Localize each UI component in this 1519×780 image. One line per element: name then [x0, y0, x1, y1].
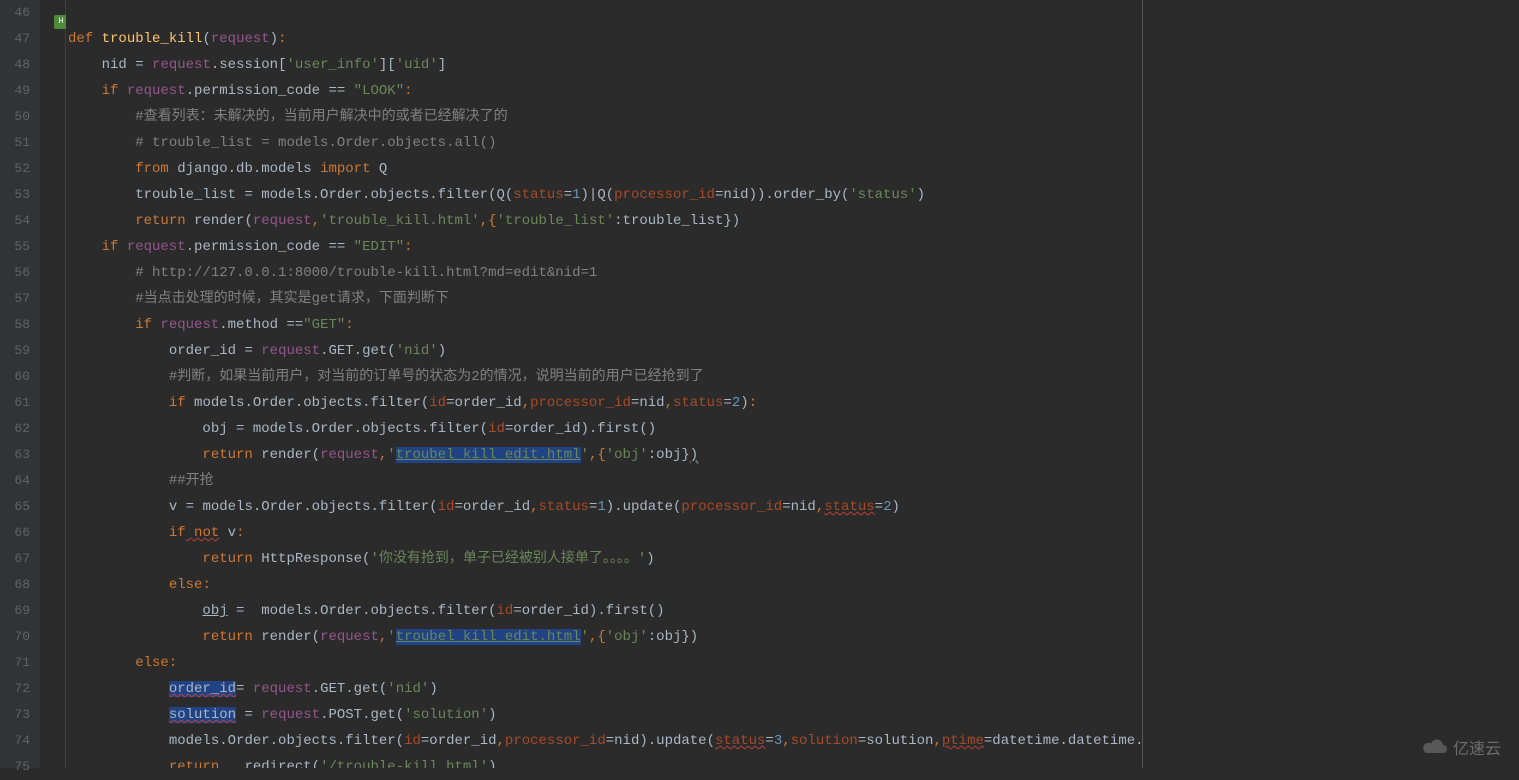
- code-line[interactable]: if not v:: [66, 520, 1142, 546]
- code-line[interactable]: #当点击处理的时候，其实是get请求，下面判断下: [66, 286, 1142, 312]
- line-number: 48: [0, 52, 30, 78]
- line-number: 66: [0, 520, 30, 546]
- code-line[interactable]: obj = models.Order.objects.filter(id=ord…: [66, 598, 1142, 624]
- line-number-gutter: 46 47 48 49 50 51 52 53 54 55 56 57 58 5…: [0, 0, 40, 768]
- line-number: 60: [0, 364, 30, 390]
- line-number: 70: [0, 624, 30, 650]
- code-editor: 46 47 48 49 50 51 52 53 54 55 56 57 58 5…: [0, 0, 1519, 768]
- folding-gutter[interactable]: H: [40, 0, 66, 768]
- code-line[interactable]: return redirect('/trouble-kill.html'): [66, 754, 1142, 768]
- line-number: 58: [0, 312, 30, 338]
- code-line[interactable]: ##开抢: [66, 468, 1142, 494]
- line-number: 68: [0, 572, 30, 598]
- code-line[interactable]: return render(request,'trouble_kill.html…: [66, 208, 1142, 234]
- code-line[interactable]: return render(request,'troubel_kill_edit…: [66, 624, 1142, 650]
- code-line[interactable]: def trouble_kill(request):: [66, 26, 1142, 52]
- line-number: 50: [0, 104, 30, 130]
- code-line[interactable]: order_id = request.GET.get('nid'): [66, 338, 1142, 364]
- line-number: 74: [0, 728, 30, 754]
- code-line[interactable]: return render(request,'troubel_kill_edit…: [66, 442, 1142, 468]
- code-line[interactable]: if request.method =="GET":: [66, 312, 1142, 338]
- code-line[interactable]: if models.Order.objects.filter(id=order_…: [66, 390, 1142, 416]
- line-number: 69: [0, 598, 30, 624]
- line-number: 75: [0, 754, 30, 780]
- code-line[interactable]: else:: [66, 650, 1142, 676]
- side-panel: [1143, 0, 1519, 768]
- line-number: 51: [0, 130, 30, 156]
- code-line[interactable]: models.Order.objects.filter(id=order_id,…: [66, 728, 1142, 754]
- line-number: 49: [0, 78, 30, 104]
- line-number: 53: [0, 182, 30, 208]
- code-line[interactable]: nid = request.session['user_info']['uid'…: [66, 52, 1142, 78]
- watermark: 亿速云: [1421, 735, 1501, 759]
- code-line[interactable]: solution = request.POST.get('solution'): [66, 702, 1142, 728]
- line-number: 57: [0, 286, 30, 312]
- line-number: 61: [0, 390, 30, 416]
- code-line[interactable]: # trouble_list = models.Order.objects.al…: [66, 130, 1142, 156]
- cloud-icon: [1421, 738, 1449, 756]
- line-number: 63: [0, 442, 30, 468]
- line-number: 54: [0, 208, 30, 234]
- line-number: 73: [0, 702, 30, 728]
- line-number: 56: [0, 260, 30, 286]
- line-number: 55: [0, 234, 30, 260]
- code-line[interactable]: # http://127.0.0.1:8000/trouble-kill.htm…: [66, 260, 1142, 286]
- code-line[interactable]: [66, 0, 1142, 26]
- line-number: 71: [0, 650, 30, 676]
- code-line[interactable]: #判断，如果当前用户，对当前的订单号的状态为2的情况，说明当前的用户已经抢到了: [66, 364, 1142, 390]
- line-number: 62: [0, 416, 30, 442]
- code-line[interactable]: trouble_list = models.Order.objects.filt…: [66, 182, 1142, 208]
- line-number: 65: [0, 494, 30, 520]
- code-text-area[interactable]: def trouble_kill(request): nid = request…: [66, 0, 1143, 768]
- code-line[interactable]: from django.db.models import Q: [66, 156, 1142, 182]
- code-line[interactable]: v = models.Order.objects.filter(id=order…: [66, 494, 1142, 520]
- line-number: 52: [0, 156, 30, 182]
- watermark-text: 亿速云: [1453, 735, 1501, 759]
- line-number: 72: [0, 676, 30, 702]
- line-number: 46: [0, 0, 30, 26]
- code-line[interactable]: return HttpResponse('你没有抢到，单子已经被别人接单了。。。…: [66, 546, 1142, 572]
- code-line[interactable]: obj = models.Order.objects.filter(id=ord…: [66, 416, 1142, 442]
- line-number: 47: [0, 26, 30, 52]
- line-number: 59: [0, 338, 30, 364]
- line-number: 67: [0, 546, 30, 572]
- code-line[interactable]: if request.permission_code == "EDIT":: [66, 234, 1142, 260]
- code-line[interactable]: else:: [66, 572, 1142, 598]
- line-number: 64: [0, 468, 30, 494]
- code-line[interactable]: #查看列表：未解决的，当前用户解决中的或者已经解决了的: [66, 104, 1142, 130]
- code-line[interactable]: order_id= request.GET.get('nid'): [66, 676, 1142, 702]
- code-line[interactable]: if request.permission_code == "LOOK":: [66, 78, 1142, 104]
